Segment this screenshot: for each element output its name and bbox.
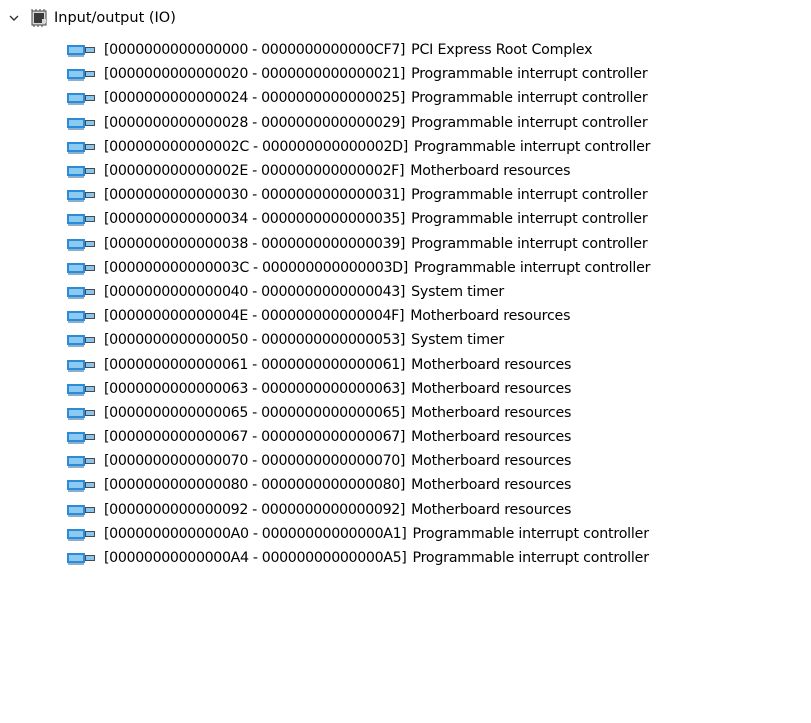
pci-device-icon xyxy=(66,380,96,398)
pci-device-icon xyxy=(66,452,96,470)
io-range: [0000000000000024 - 0000000000000025] xyxy=(104,90,406,107)
device-name: Programmable interrupt controller xyxy=(411,66,648,83)
pci-device-icon xyxy=(66,283,96,301)
tree-item[interactable]: [0000000000000034 - 0000000000000035] Pr… xyxy=(66,207,811,231)
io-range: [0000000000000040 - 0000000000000043] xyxy=(104,283,406,300)
device-name: Programmable interrupt controller xyxy=(412,550,649,567)
device-name: Motherboard resources xyxy=(410,308,571,325)
device-name: Motherboard resources xyxy=(411,380,572,397)
pci-device-icon xyxy=(66,428,96,446)
tree-item[interactable]: [000000000000002C - 000000000000002D] Pr… xyxy=(66,135,811,159)
io-range: [0000000000000092 - 0000000000000092] xyxy=(104,501,406,518)
io-tree-root[interactable]: Input/output (IO) xyxy=(6,4,806,32)
io-range: [0000000000000063 - 0000000000000063] xyxy=(104,380,406,397)
pci-device-icon xyxy=(66,210,96,228)
device-name: Motherboard resources xyxy=(410,163,571,180)
device-name: System timer xyxy=(411,332,505,349)
tree-item[interactable]: [000000000000002E - 000000000000002F] Mo… xyxy=(66,159,811,183)
device-name: Programmable interrupt controller xyxy=(411,235,648,252)
io-range: [000000000000003C - 000000000000003D] xyxy=(104,259,408,276)
io-range: [000000000000002E - 000000000000002F] xyxy=(104,163,405,180)
pci-device-icon xyxy=(66,186,96,204)
io-range: [0000000000000067 - 0000000000000067] xyxy=(104,429,406,446)
device-name: Programmable interrupt controller xyxy=(413,138,651,155)
io-range: [00000000000000A4 - 00000000000000A5] xyxy=(104,550,407,567)
tree-item[interactable]: [0000000000000030 - 0000000000000031] Pr… xyxy=(66,183,811,207)
io-range: [0000000000000061 - 0000000000000061] xyxy=(104,356,406,373)
io-range: [0000000000000020 - 0000000000000021] xyxy=(104,66,406,83)
tree-item[interactable]: [00000000000000A4 - 00000000000000A5] Pr… xyxy=(66,546,811,570)
device-name: Motherboard resources xyxy=(411,477,572,494)
device-name: Programmable interrupt controller xyxy=(411,90,648,107)
pci-device-icon xyxy=(66,138,96,156)
io-range: [0000000000000028 - 0000000000000029] xyxy=(104,114,406,131)
io-range: [0000000000000070 - 0000000000000070] xyxy=(104,453,406,470)
pci-device-icon xyxy=(66,307,96,325)
io-range: [0000000000000065 - 0000000000000065] xyxy=(104,404,406,421)
pci-device-icon xyxy=(66,501,96,519)
io-range: [00000000000000A0 - 00000000000000A1] xyxy=(104,525,407,542)
tree-item[interactable]: [0000000000000020 - 0000000000000021] Pr… xyxy=(66,62,811,86)
pci-device-icon xyxy=(66,65,96,83)
pci-device-icon xyxy=(66,331,96,349)
pci-device-icon xyxy=(66,356,96,374)
tree-item[interactable]: [00000000000000A0 - 00000000000000A1] Pr… xyxy=(66,522,811,546)
tree-item[interactable]: [0000000000000000 - 0000000000000CF7] PC… xyxy=(66,38,811,62)
tree-item[interactable]: [0000000000000080 - 0000000000000080] Mo… xyxy=(66,473,811,497)
tree-root-label: Input/output (IO) xyxy=(54,10,176,26)
device-name: Programmable interrupt controller xyxy=(411,187,648,204)
io-range: [0000000000000038 - 0000000000000039] xyxy=(104,235,406,252)
tree-item[interactable]: [0000000000000040 - 0000000000000043] Sy… xyxy=(66,280,811,304)
pci-device-icon xyxy=(66,476,96,494)
tree-item[interactable]: [0000000000000050 - 0000000000000053] Sy… xyxy=(66,328,811,352)
pci-device-icon xyxy=(66,235,96,253)
device-name: Motherboard resources xyxy=(411,429,572,446)
device-name: System timer xyxy=(411,283,505,300)
pci-device-icon xyxy=(66,404,96,422)
device-name: Motherboard resources xyxy=(411,453,572,470)
chevron-down-icon[interactable] xyxy=(6,10,22,26)
io-range: [0000000000000030 - 0000000000000031] xyxy=(104,187,406,204)
io-range: [0000000000000080 - 0000000000000080] xyxy=(104,477,406,494)
tree-item[interactable]: [0000000000000028 - 0000000000000029] Pr… xyxy=(66,111,811,135)
device-name: Motherboard resources xyxy=(411,501,572,518)
device-name: Programmable interrupt controller xyxy=(411,114,648,131)
tree-item[interactable]: [0000000000000061 - 0000000000000061] Mo… xyxy=(66,352,811,376)
io-range: [0000000000000000 - 0000000000000CF7] xyxy=(104,42,406,59)
tree-item[interactable]: [000000000000004E - 000000000000004F] Mo… xyxy=(66,304,811,328)
tree-item[interactable]: [0000000000000092 - 0000000000000092] Mo… xyxy=(66,498,811,522)
device-name: Motherboard resources xyxy=(411,404,572,421)
pci-device-icon xyxy=(66,549,96,567)
pci-device-icon xyxy=(66,41,96,59)
pci-device-icon xyxy=(66,525,96,543)
io-range: [0000000000000050 - 0000000000000053] xyxy=(104,332,406,349)
device-name: Programmable interrupt controller xyxy=(412,525,649,542)
tree-item[interactable]: [0000000000000070 - 0000000000000070] Mo… xyxy=(66,449,811,473)
device-name: Programmable interrupt controller xyxy=(413,259,651,276)
pci-device-icon xyxy=(66,162,96,180)
device-name: PCI Express Root Complex xyxy=(411,42,593,59)
io-range-list: [0000000000000000 - 0000000000000CF7] PC… xyxy=(66,38,811,570)
pci-device-icon xyxy=(66,89,96,107)
tree-item[interactable]: [0000000000000065 - 0000000000000065] Mo… xyxy=(66,401,811,425)
io-range: [0000000000000034 - 0000000000000035] xyxy=(104,211,406,228)
tree-item[interactable]: [000000000000003C - 000000000000003D] Pr… xyxy=(66,256,811,280)
tree-item[interactable]: [0000000000000038 - 0000000000000039] Pr… xyxy=(66,232,811,256)
io-range: [000000000000002C - 000000000000002D] xyxy=(104,138,408,155)
io-range: [000000000000004E - 000000000000004F] xyxy=(104,308,405,325)
pci-device-icon xyxy=(66,259,96,277)
device-name: Motherboard resources xyxy=(411,356,572,373)
tree-item[interactable]: [0000000000000067 - 0000000000000067] Mo… xyxy=(66,425,811,449)
tree-item[interactable]: [0000000000000063 - 0000000000000063] Mo… xyxy=(66,377,811,401)
device-name: Programmable interrupt controller xyxy=(411,211,648,228)
io-device-icon xyxy=(30,9,48,27)
pci-device-icon xyxy=(66,114,96,132)
tree-item[interactable]: [0000000000000024 - 0000000000000025] Pr… xyxy=(66,86,811,110)
